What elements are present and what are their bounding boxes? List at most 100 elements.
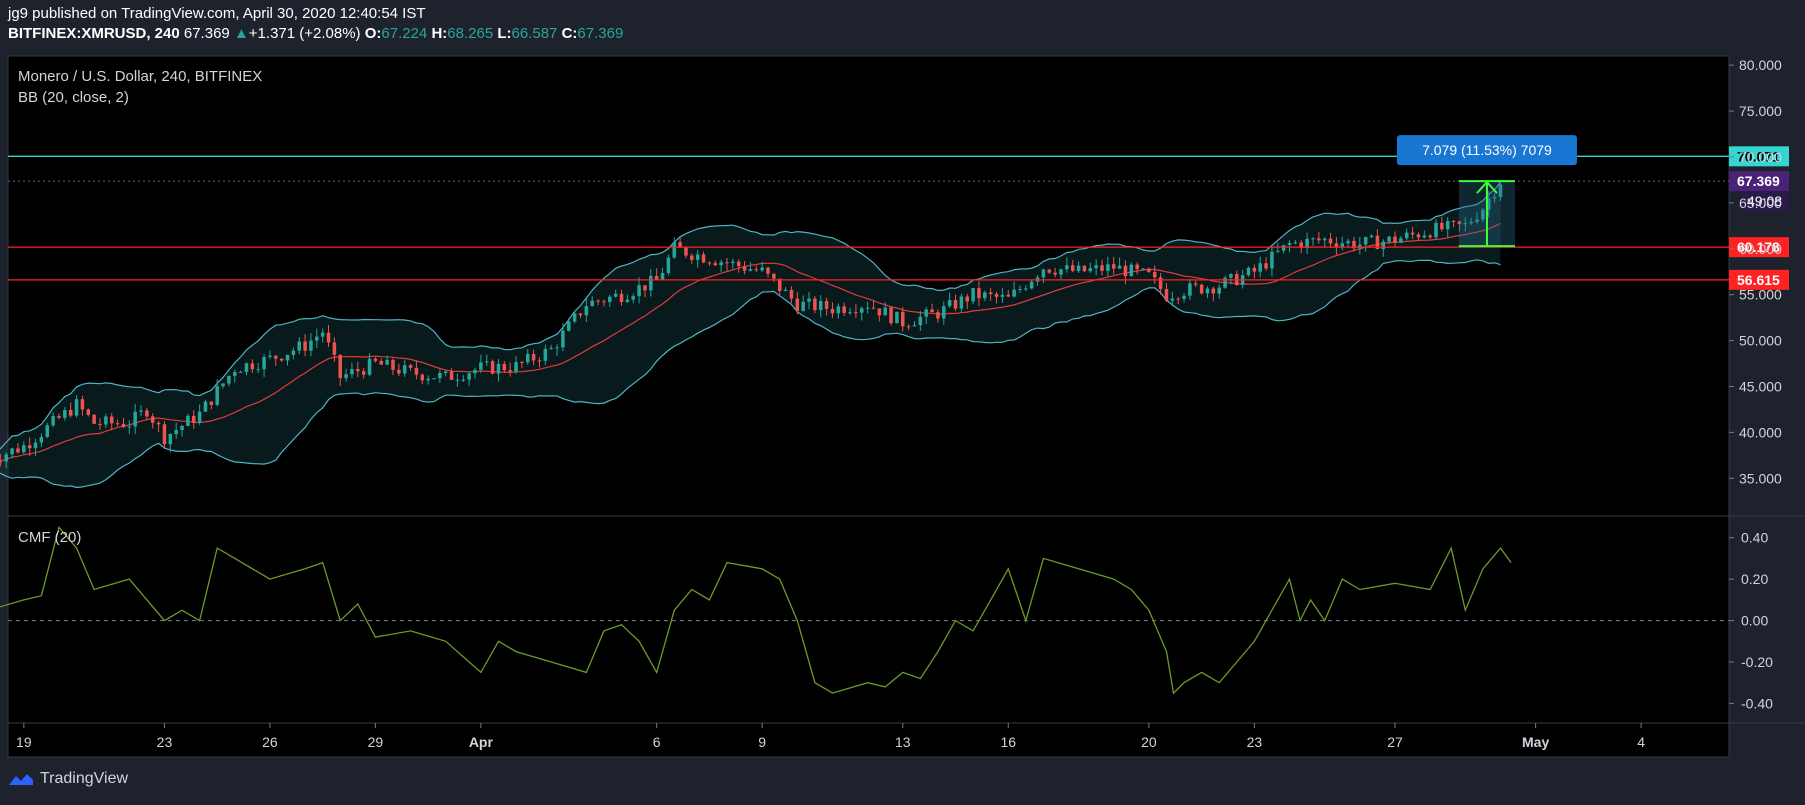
price-tick-label: 75.000 (1739, 103, 1782, 119)
candle-body (1317, 238, 1321, 241)
candle-body (1393, 236, 1397, 243)
candle-body (1445, 220, 1450, 230)
candle-body (297, 341, 301, 351)
candle-body (1106, 264, 1110, 271)
candle-body (33, 442, 38, 449)
candle-body (291, 350, 296, 355)
candle-body (490, 361, 495, 374)
candle-body (473, 369, 477, 374)
candle-body (813, 298, 817, 311)
candle-body (443, 371, 448, 373)
candle-body (830, 308, 835, 314)
candle-body (525, 353, 530, 363)
candle-body (789, 289, 794, 299)
candle-body (168, 434, 173, 445)
candle-body (1322, 238, 1327, 241)
candle-body (250, 363, 255, 370)
candle-body (719, 262, 723, 266)
cmf-legend: CMF (20) (18, 529, 81, 546)
candle-body (80, 399, 85, 410)
candle-body (924, 309, 928, 317)
candle-body (1311, 238, 1315, 240)
candle-body (385, 359, 389, 365)
time-tick-label: 29 (368, 734, 384, 750)
candle-body (1410, 232, 1415, 235)
candle-body (649, 275, 653, 291)
candle-body (590, 300, 594, 307)
candle-body (1024, 288, 1028, 290)
candle-body (98, 423, 102, 425)
candle-body (244, 363, 249, 372)
candle-body (1246, 267, 1251, 276)
candle-body (57, 416, 61, 418)
candle-body (315, 336, 319, 341)
candle-body (660, 272, 665, 280)
candle-body (109, 416, 114, 424)
candle-body (865, 307, 870, 309)
candle-body (51, 416, 55, 426)
candle-body (1293, 242, 1298, 244)
candle-body (531, 353, 536, 361)
candle-body (344, 374, 348, 379)
cmf-tick-label: 0.20 (1741, 571, 1768, 587)
candle-body (1422, 235, 1427, 238)
candle-body (1258, 263, 1262, 272)
candle-body (871, 307, 876, 309)
candle-body (1381, 241, 1386, 250)
price-tick-label: 65.000 (1739, 195, 1782, 211)
candle-body (988, 292, 993, 294)
candle-body (1147, 268, 1151, 272)
candle-body (1135, 264, 1139, 270)
candle-body (584, 306, 589, 316)
candle-body (1076, 265, 1081, 271)
candle-body (736, 261, 741, 267)
price-tick-label: 50.000 (1739, 333, 1782, 349)
time-tick-label: 13 (895, 734, 911, 750)
candle-body (502, 363, 507, 371)
candle-body (104, 416, 108, 425)
candle-body (484, 361, 489, 363)
time-tick-label: 23 (1247, 734, 1263, 750)
candle-body (520, 362, 524, 364)
candle-body (1451, 220, 1456, 222)
candle-body (772, 273, 776, 279)
candle-body (186, 415, 190, 426)
candle-body (461, 379, 466, 381)
candle-body (27, 445, 32, 449)
publisher-line: jg9 published on TradingView.com, April … (8, 5, 426, 22)
time-tick-label: 23 (157, 734, 173, 750)
candle-body (1158, 277, 1163, 289)
candle-body (608, 296, 612, 303)
time-tick-label: 26 (262, 734, 278, 750)
candle-body (625, 299, 630, 303)
last-price-label: 67.369 (1737, 173, 1780, 189)
candle-body (174, 429, 178, 435)
brand-name[interactable]: TradingView (40, 770, 128, 788)
candle-body (1387, 236, 1391, 242)
candle-body (514, 362, 518, 372)
candle-body (303, 341, 307, 351)
candle-body (965, 296, 969, 302)
candle-body (1188, 283, 1192, 296)
candle-body (602, 301, 606, 303)
candle-body (1252, 267, 1257, 272)
candle-body (221, 383, 225, 387)
candle-body (1129, 264, 1134, 277)
candle-body (197, 411, 202, 423)
candle-body (350, 369, 354, 375)
candle-body (127, 426, 132, 428)
candle-body (1152, 271, 1157, 278)
candle-body (549, 348, 553, 350)
candle-body (63, 410, 67, 418)
candle-body (760, 267, 764, 271)
time-tick-label: Apr (469, 734, 494, 750)
candle-body (1059, 269, 1063, 275)
candle-body (637, 285, 641, 297)
chart-canvas[interactable]: 70.07160.17856.61567.36949:087.079 (11.5… (0, 0, 1805, 805)
candle-body (320, 332, 325, 337)
legend-indicator: BB (20, close, 2) (18, 89, 129, 106)
candle-body (39, 436, 44, 443)
cmf-tick-label: 0.40 (1741, 530, 1768, 546)
candle-body (68, 410, 73, 416)
candle-body (1205, 288, 1210, 294)
